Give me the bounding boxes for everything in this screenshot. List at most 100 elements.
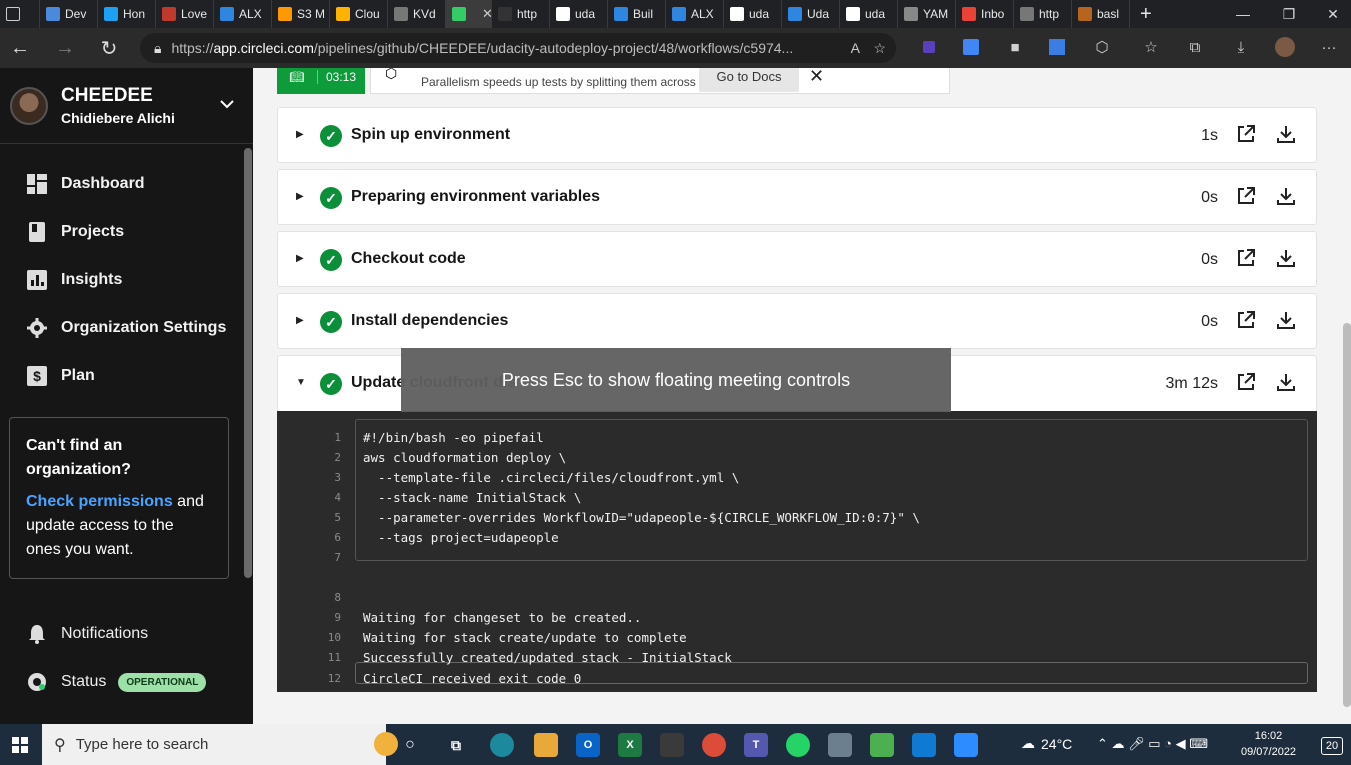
check-permissions-link[interactable]: Check permissions bbox=[26, 493, 173, 510]
browser-tab[interactable]: S3 M bbox=[272, 0, 330, 28]
open-in-new-tab-icon[interactable] bbox=[1236, 372, 1258, 394]
browser-tab[interactable]: ALX bbox=[214, 0, 272, 28]
translate-icon[interactable] bbox=[960, 36, 982, 58]
file-explorer-icon[interactable] bbox=[534, 733, 558, 757]
read-aloud-icon[interactable]: A bbox=[851, 40, 860, 56]
more-menu-icon[interactable]: ··· bbox=[1318, 36, 1340, 58]
clock[interactable]: 16:02 09/07/2022 bbox=[1241, 728, 1296, 760]
sidebar-scrollbar[interactable] bbox=[244, 148, 252, 578]
git-app-icon[interactable] bbox=[870, 733, 894, 757]
edge-icon[interactable] bbox=[490, 733, 514, 757]
back-button[interactable]: ← bbox=[2, 30, 38, 66]
sidebar-item-dashboard[interactable]: Dashboard bbox=[26, 170, 145, 198]
teams-icon[interactable]: T bbox=[744, 733, 768, 757]
extension-icon-1[interactable] bbox=[918, 36, 940, 58]
browser-tab[interactable]: uda bbox=[724, 0, 782, 28]
outlook-icon[interactable]: O bbox=[576, 733, 600, 757]
chevron-right-icon[interactable]: ▶ bbox=[296, 253, 304, 264]
job-step-row[interactable]: ▶ ✓ Spin up environment 1s bbox=[277, 107, 1317, 163]
downloads-icon[interactable]: ⤓ bbox=[1230, 36, 1252, 58]
step-name: Checkout code bbox=[351, 250, 466, 267]
line-number: 5 bbox=[334, 511, 341, 524]
download-icon[interactable] bbox=[1276, 248, 1298, 270]
download-icon[interactable] bbox=[1276, 310, 1298, 332]
browser-tab[interactable]: Dev bbox=[40, 0, 98, 28]
chevron-right-icon[interactable]: ▶ bbox=[296, 315, 304, 326]
chrome-icon[interactable] bbox=[702, 733, 726, 757]
chevron-right-icon[interactable]: ▶ bbox=[296, 191, 304, 202]
browser-tab[interactable]: Hon bbox=[98, 0, 156, 28]
collections-icon[interactable]: ⧉ bbox=[1184, 36, 1206, 58]
browser-tab[interactable]: Clou bbox=[330, 0, 388, 28]
task-view-icon[interactable]: ⧉ bbox=[444, 733, 468, 757]
browser-tab[interactable]: KVd bbox=[388, 0, 446, 28]
whatsapp-icon[interactable] bbox=[786, 733, 810, 757]
job-step-row[interactable]: ▶ ✓ Checkout code 0s bbox=[277, 231, 1317, 287]
book-icon: 📖︎ bbox=[289, 70, 305, 84]
cortana-icon[interactable]: ○ bbox=[398, 733, 422, 757]
close-tab-icon[interactable]: ✕ bbox=[482, 6, 491, 22]
browser-tab[interactable]: uda bbox=[550, 0, 608, 28]
browser-tab[interactable]: YAM bbox=[898, 0, 956, 28]
browser-tab[interactable]: basl bbox=[1072, 0, 1130, 28]
browser-tab[interactable]: Uda bbox=[782, 0, 840, 28]
browser-tab[interactable]: http bbox=[1014, 0, 1072, 28]
browser-tab[interactable]: Love bbox=[156, 0, 214, 28]
favorites-icon[interactable]: ☆ bbox=[1140, 36, 1162, 58]
forward-button[interactable]: → bbox=[47, 30, 83, 66]
open-in-new-tab-icon[interactable] bbox=[1236, 186, 1258, 208]
open-in-new-tab-icon[interactable] bbox=[1236, 310, 1258, 332]
zoom-icon[interactable] bbox=[954, 733, 978, 757]
cube-icon: ⬡ bbox=[385, 68, 398, 81]
snip-tool-icon[interactable] bbox=[660, 733, 684, 757]
extension-icon-3[interactable] bbox=[1046, 36, 1068, 58]
job-step-row[interactable]: ▶ ✓ Install dependencies 0s bbox=[277, 293, 1317, 349]
org-switcher[interactable]: CHEEDEE Chidiebere Alichi bbox=[0, 68, 253, 144]
url-field[interactable]: 🔒︎ https://app.circleci.com/pipelines/gi… bbox=[140, 33, 896, 63]
sidebar-item-projects[interactable]: Projects bbox=[26, 218, 124, 246]
chevron-down-icon[interactable]: ▼ bbox=[296, 377, 306, 388]
sidebar-item-plan[interactable]: $ Plan bbox=[26, 362, 95, 390]
sidebar-item-notifications[interactable]: Notifications bbox=[26, 620, 148, 648]
open-in-new-tab-icon[interactable] bbox=[1236, 124, 1258, 146]
profile-avatar[interactable] bbox=[1274, 36, 1296, 58]
restore-button[interactable]: ❐ bbox=[1266, 0, 1312, 28]
download-icon[interactable] bbox=[1276, 124, 1298, 146]
main-scrollbar[interactable] bbox=[1343, 323, 1351, 707]
browser-tab[interactable]: http bbox=[492, 0, 550, 28]
job-step-row[interactable]: ▶ ✓ Preparing environment variables 0s bbox=[277, 169, 1317, 225]
browser-tab[interactable]: uda bbox=[840, 0, 898, 28]
extension-icon-2[interactable]: ■ bbox=[1004, 36, 1026, 58]
notification-center-badge[interactable]: 20 bbox=[1321, 737, 1343, 755]
notepad-icon[interactable] bbox=[828, 733, 852, 757]
sidebar-item-organization-settings[interactable]: Organization Settings bbox=[26, 314, 226, 342]
browser-tab[interactable]: Buil bbox=[608, 0, 666, 28]
chevron-down-icon[interactable] bbox=[220, 96, 234, 112]
sidebar-item-status[interactable]: Status OPERATIONAL bbox=[26, 668, 207, 696]
vscode-icon[interactable] bbox=[912, 733, 936, 757]
close-icon[interactable]: ✕ bbox=[809, 68, 824, 87]
open-in-new-tab-icon[interactable] bbox=[1236, 248, 1258, 270]
minimize-button[interactable]: — bbox=[1220, 0, 1266, 28]
chevron-right-icon[interactable]: ▶ bbox=[296, 129, 304, 140]
browser-tab[interactable]: ALX bbox=[666, 0, 724, 28]
sidebar-item-insights[interactable]: Insights bbox=[26, 266, 122, 294]
success-check-icon: ✓ bbox=[320, 311, 342, 333]
download-icon[interactable] bbox=[1276, 372, 1298, 394]
close-window-button[interactable]: ✕ bbox=[1310, 0, 1351, 28]
new-tab-button[interactable]: + bbox=[1130, 0, 1162, 28]
windows-start-icon[interactable] bbox=[8, 733, 32, 757]
favorite-star-icon[interactable]: ☆ bbox=[873, 40, 886, 57]
weather-widget[interactable]: ☁ 24°C bbox=[1021, 735, 1072, 752]
go-to-docs-button[interactable]: Go to Docs bbox=[699, 68, 799, 92]
download-icon[interactable] bbox=[1276, 186, 1298, 208]
extensions-icon[interactable]: ⬡ bbox=[1091, 36, 1113, 58]
excel-icon[interactable]: X bbox=[618, 733, 642, 757]
taskbar-search[interactable]: ⚲ Type here to search bbox=[42, 724, 398, 765]
tray-icons[interactable]: ⌃ ☁ 🎤︎ ▭ ◔ ◀︎ ⌨ bbox=[1097, 736, 1208, 752]
refresh-button[interactable]: ↻ bbox=[91, 30, 127, 66]
tab-label: S3 M bbox=[297, 7, 326, 21]
tab-actions-button[interactable] bbox=[0, 0, 40, 28]
browser-tab[interactable]: Inbo bbox=[956, 0, 1014, 28]
browser-tab[interactable]: ✕ bbox=[446, 0, 492, 28]
